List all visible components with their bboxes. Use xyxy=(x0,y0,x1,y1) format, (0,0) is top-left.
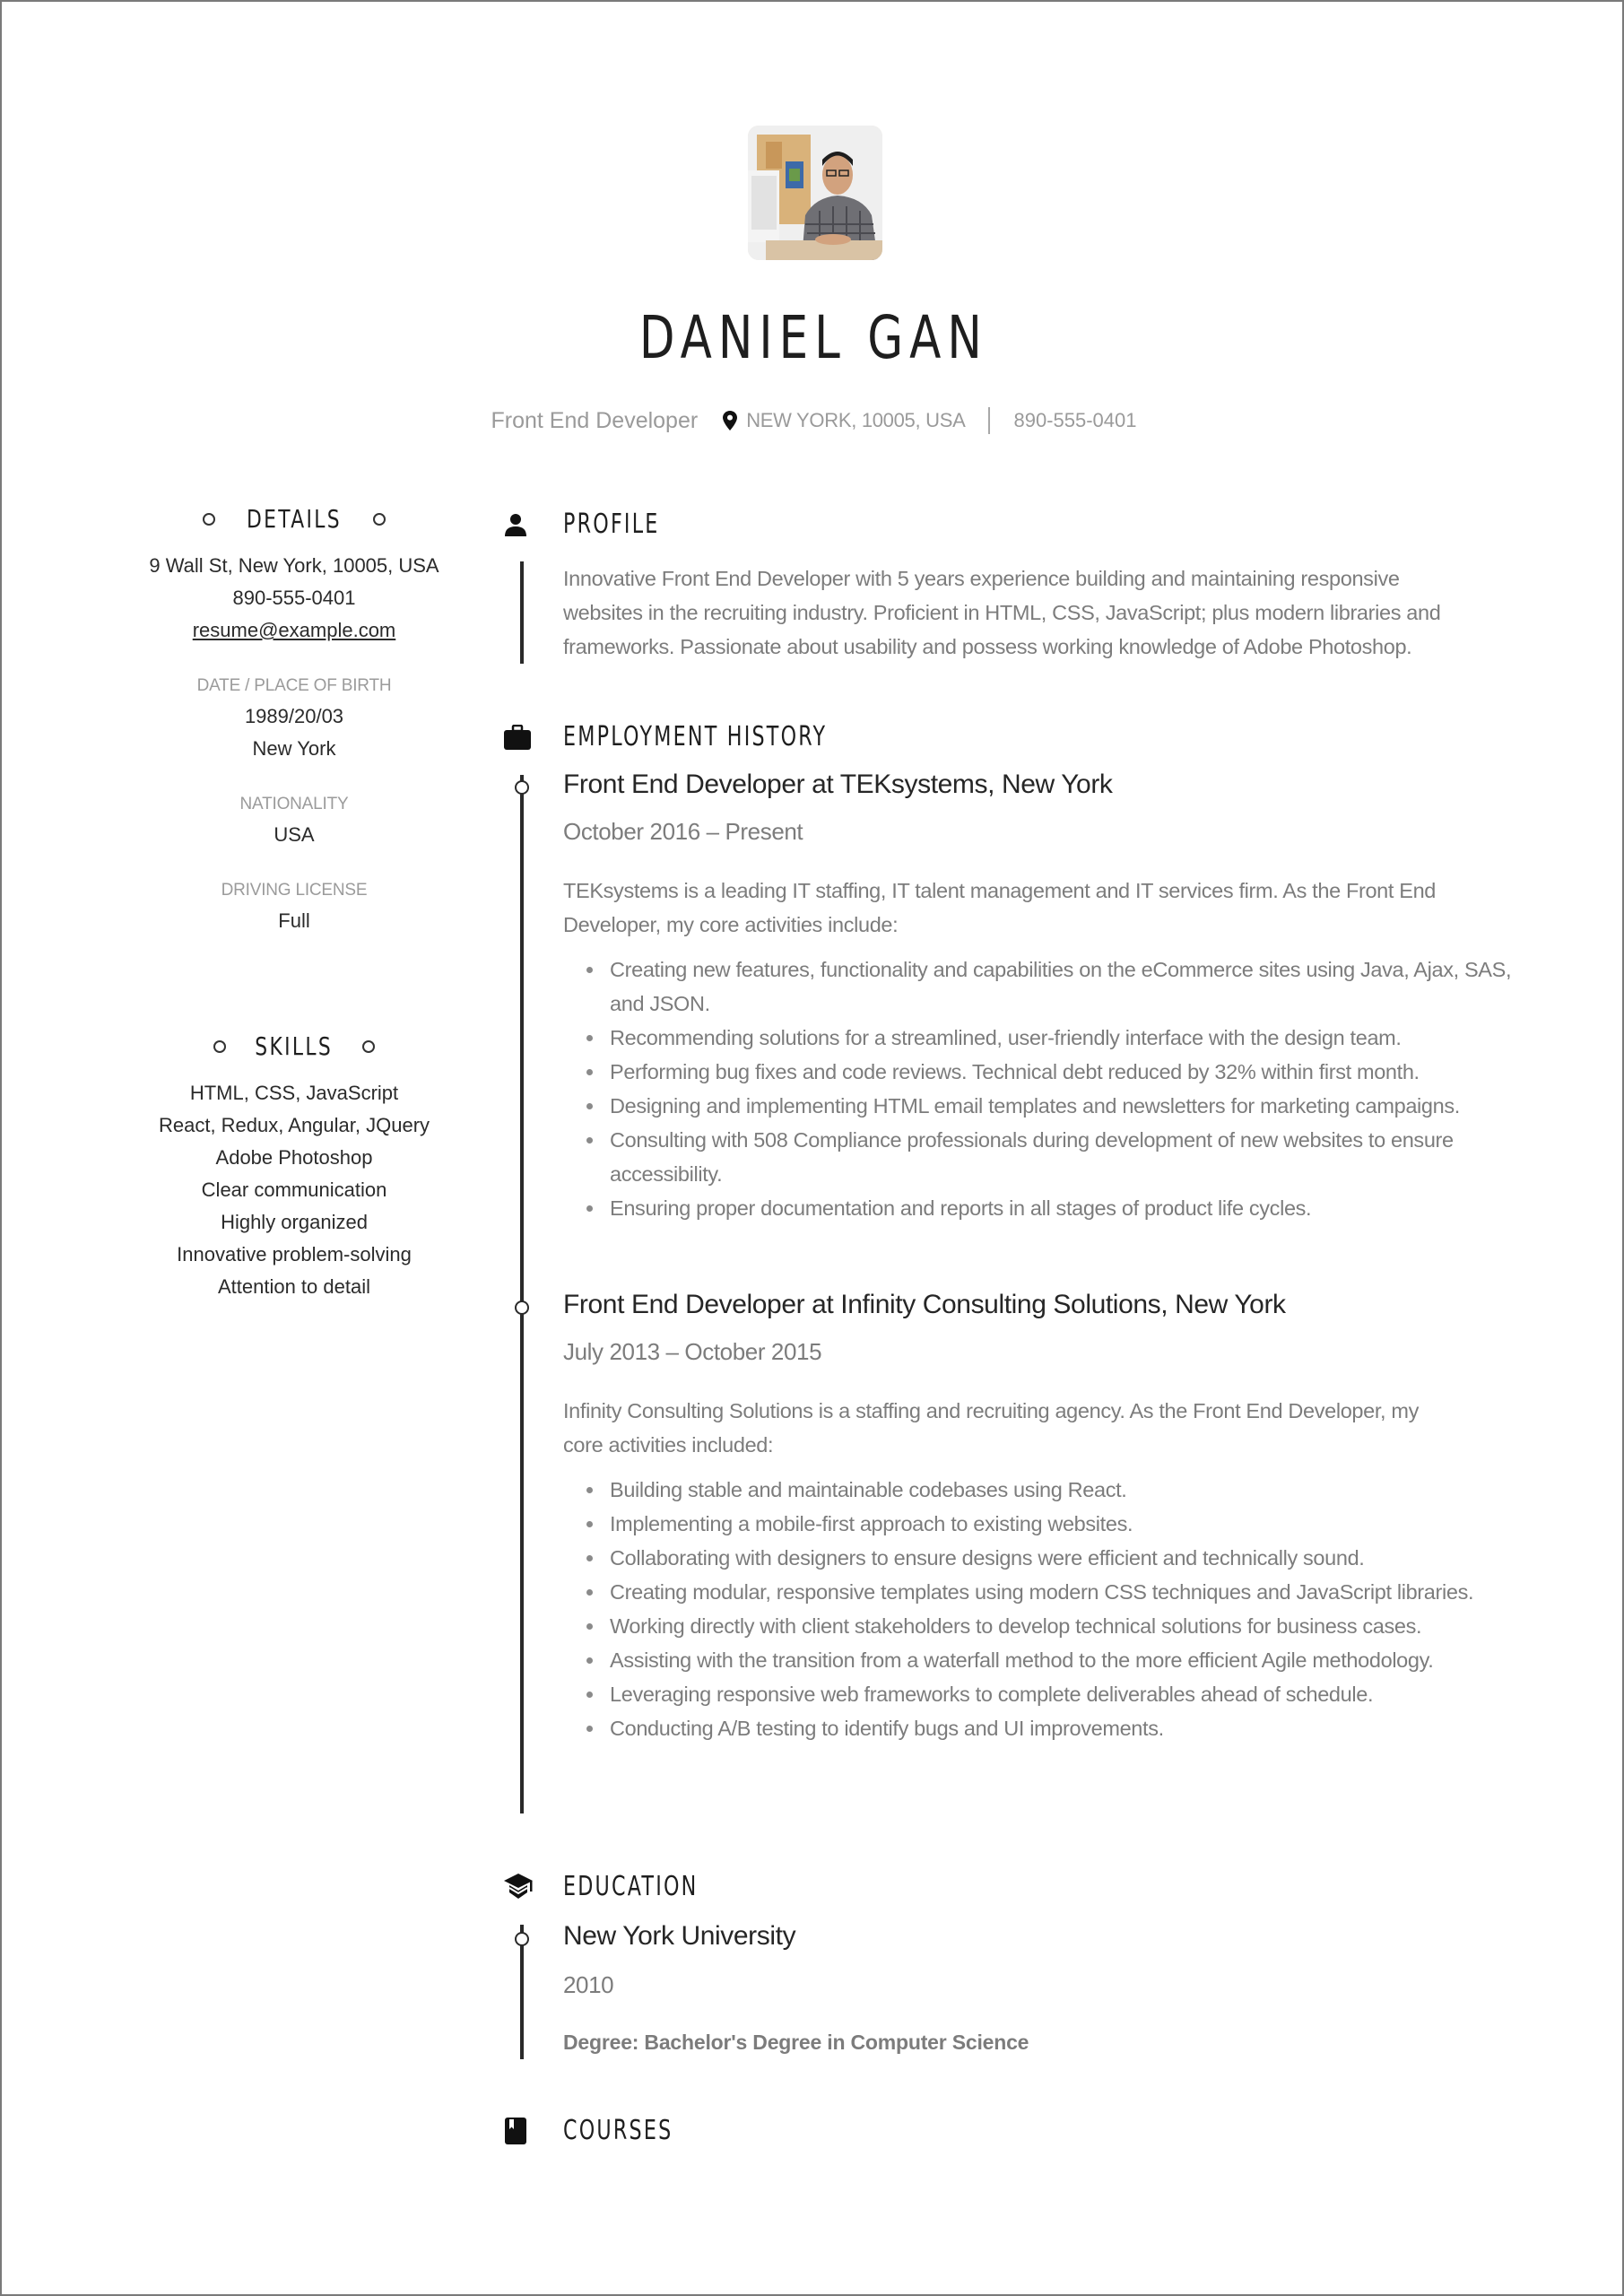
list-item: Performing bug fixes and code reviews. T… xyxy=(586,1055,1542,1089)
list-item: Consulting with 508 Compliance professio… xyxy=(586,1123,1542,1191)
circle-icon xyxy=(361,1039,375,1053)
profile-timeline-line xyxy=(520,561,524,664)
school-name: New York University xyxy=(563,1921,796,1951)
nationality: USA xyxy=(274,823,315,846)
profile-heading: PROFILE xyxy=(504,509,693,540)
details-heading: DETAILS xyxy=(136,504,452,534)
email-link[interactable]: resume@example.com xyxy=(136,614,452,647)
list-item: Recommending solutions for a streamlined… xyxy=(586,1021,1542,1055)
job-bullets-2: Building stable and maintainable codebas… xyxy=(563,1473,1542,1745)
birth-label: DATE / PLACE OF BIRTH xyxy=(196,676,392,695)
skill-item: Highly organized xyxy=(221,1211,368,1233)
list-item: Leveraging responsive web frameworks to … xyxy=(586,1677,1542,1711)
header-phone: 890-555-0401 xyxy=(1013,409,1137,431)
birth-date: 1989/20/03 xyxy=(244,705,344,727)
skill-item: Clear communication xyxy=(201,1178,387,1201)
nationality-label: NATIONALITY xyxy=(239,795,349,813)
list-item: Building stable and maintainable codebas… xyxy=(586,1473,1542,1507)
list-item: Implementing a mobile-first approach to … xyxy=(586,1507,1542,1541)
list-item: Collaborating with designers to ensure d… xyxy=(586,1541,1542,1575)
job-intro-2: Infinity Consulting Solutions is a staff… xyxy=(563,1399,1420,1457)
job-title-1: Front End Developer at TEKsystems, New Y… xyxy=(563,770,1113,799)
skills-heading: SKILLS xyxy=(136,1031,452,1061)
candidate-name: DANIEL GAN xyxy=(638,303,988,372)
divider xyxy=(988,407,991,434)
timeline-dot xyxy=(515,780,529,795)
job-title-2: Front End Developer at Infinity Consulti… xyxy=(563,1290,1286,1319)
profile-photo xyxy=(748,126,882,260)
list-item: Creating modular, responsive templates u… xyxy=(586,1575,1542,1609)
list-item: Ensuring proper documentation and report… xyxy=(586,1191,1542,1225)
location: NEW YORK, 10005, USA xyxy=(746,409,966,431)
skills-section: SKILLS HTML, CSS, JavaScript React, Redu… xyxy=(136,1031,452,1303)
birth-place: New York xyxy=(252,737,336,760)
employment-timeline-line xyxy=(520,775,524,1813)
education-heading: EDUCATION xyxy=(504,1871,745,1902)
book-icon xyxy=(505,2117,526,2144)
job-bullets-1: Creating new features, functionality and… xyxy=(563,952,1542,1225)
employment-heading: EMPLOYMENT HISTORY xyxy=(504,721,920,752)
license: Full xyxy=(278,909,310,932)
details-phone: 890-555-0401 xyxy=(232,587,356,609)
skill-item: Adobe Photoshop xyxy=(215,1146,373,1169)
circle-icon xyxy=(213,1039,227,1053)
address: 9 Wall St, New York, 10005, USA xyxy=(149,554,439,577)
list-item: Working directly with client stakeholder… xyxy=(586,1609,1542,1643)
skill-item: React, Redux, Angular, JQuery xyxy=(158,1114,430,1136)
list-item: Designing and implementing HTML email te… xyxy=(586,1089,1542,1123)
job-dates-1: October 2016 – Present xyxy=(563,818,803,845)
job-dates-2: July 2013 – October 2015 xyxy=(563,1338,822,1365)
list-item: Conducting A/B testing to identify bugs … xyxy=(586,1711,1542,1745)
graduation-cap-icon xyxy=(504,1873,533,1899)
briefcase-icon xyxy=(504,724,531,750)
timeline-dot xyxy=(515,1932,529,1946)
job-intro-1: TEKsystems is a leading IT staffing, IT … xyxy=(563,879,1437,936)
list-item: Assisting with the transition from a wat… xyxy=(586,1643,1542,1677)
circle-icon xyxy=(372,512,386,526)
profile-summary: Innovative Front End Developer with 5 ye… xyxy=(563,567,1441,658)
timeline-dot xyxy=(515,1300,529,1315)
resume-page: DANIEL GAN Front End Developer NEW YORK,… xyxy=(0,0,1624,2296)
circle-icon xyxy=(203,512,216,526)
person-photo-icon xyxy=(748,126,882,260)
education-year: 2010 xyxy=(563,1971,614,1998)
skill-item: Innovative problem-solving xyxy=(177,1243,412,1265)
details-section: DETAILS 9 Wall St, New York, 10005, USA … xyxy=(136,504,452,937)
person-icon xyxy=(505,513,526,536)
courses-heading: COURSES xyxy=(504,2115,711,2146)
job-title: Front End Developer xyxy=(491,407,699,433)
location-pin-icon xyxy=(723,411,738,430)
list-item: Creating new features, functionality and… xyxy=(586,952,1542,1021)
license-label: DRIVING LICENSE xyxy=(221,881,368,900)
header-subline: Front End Developer NEW YORK, 10005, USA… xyxy=(2,407,1624,434)
skill-item: HTML, CSS, JavaScript xyxy=(189,1082,399,1104)
skill-item: Attention to detail xyxy=(217,1275,370,1298)
degree: Degree: Bachelor's Degree in Computer Sc… xyxy=(563,2031,1029,2054)
